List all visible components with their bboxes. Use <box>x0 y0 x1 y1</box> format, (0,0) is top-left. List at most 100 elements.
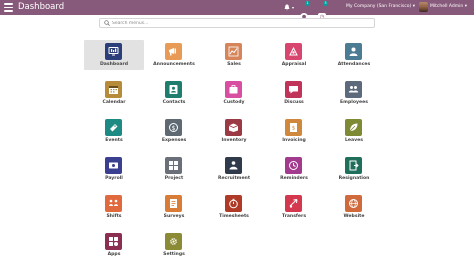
app-tile-calendar[interactable]: Calendar <box>84 78 144 108</box>
app-label: Shifts <box>106 214 122 219</box>
contacts-icon <box>165 81 182 98</box>
app-label: Calendar <box>102 100 126 105</box>
app-label: Resignation <box>338 176 370 181</box>
transfers-icon <box>285 195 302 212</box>
app-label: Leaves <box>345 138 363 143</box>
leaves-icon <box>345 119 362 136</box>
appraisal-icon <box>285 43 302 60</box>
app-tile-recruitment[interactable]: Recruitment <box>204 154 264 184</box>
events-icon <box>105 119 122 136</box>
user-menu[interactable]: Mitchell Admin ▾ <box>430 4 467 9</box>
home-menu-icon[interactable] <box>4 3 13 12</box>
app-tile-attendances[interactable]: Attendances <box>324 40 384 70</box>
shifts-icon <box>105 195 122 212</box>
activity-count-badge: 3 <box>323 1 328 6</box>
app-tile-dashboard[interactable]: Dashboard <box>84 40 144 70</box>
app-tile-resignation[interactable]: Resignation <box>324 154 384 184</box>
app-tile-website[interactable]: Website <box>324 192 384 222</box>
app-label: Website <box>343 214 365 219</box>
company-switcher[interactable]: My Company (San Francisco) ▾ <box>346 4 415 9</box>
app-label: Settings <box>163 252 185 257</box>
app-label: Attendances <box>337 62 371 67</box>
app-tile-invoicing[interactable]: $ Invoicing <box>264 116 324 146</box>
app-label: Expenses <box>161 138 187 143</box>
search-input[interactable] <box>112 19 367 27</box>
app-tile-surveys[interactable]: Surveys <box>144 192 204 222</box>
chevron-down-icon: ▾ <box>292 5 295 10</box>
avatar[interactable] <box>419 2 428 12</box>
custody-icon <box>225 81 242 98</box>
announcements-icon <box>165 43 182 60</box>
app-label: Apps <box>107 252 121 257</box>
app-label: Recruitment <box>217 176 251 181</box>
invoicing-icon: $ <box>285 119 302 136</box>
resignation-icon <box>345 157 362 174</box>
employees-icon <box>345 81 362 98</box>
recruitment-icon <box>225 157 242 174</box>
app-tile-reminders[interactable]: Reminders <box>264 154 324 184</box>
payroll-icon <box>105 157 122 174</box>
app-label: Reminders <box>280 176 308 181</box>
apps-icon <box>105 233 122 250</box>
app-label: Project <box>164 176 184 181</box>
app-label: Events <box>105 138 123 143</box>
app-tile-appraisal[interactable]: Appraisal <box>264 40 324 70</box>
app-tile-sales[interactable]: Sales <box>204 40 264 70</box>
app-tile-events[interactable]: Events <box>84 116 144 146</box>
app-tile-shifts[interactable]: Shifts <box>84 192 144 222</box>
website-icon <box>345 195 362 212</box>
app-label: Payroll <box>105 176 123 181</box>
app-label: Contacts <box>162 100 186 105</box>
app-tile-apps[interactable]: Apps <box>84 230 144 260</box>
app-tile-discuss[interactable]: Discuss <box>264 78 324 108</box>
app-label: Announcements <box>153 62 195 67</box>
svg-text:$: $ <box>292 126 296 132</box>
search-bar <box>99 18 375 28</box>
attendances-icon <box>345 43 362 60</box>
app-label: Invoicing <box>282 138 306 143</box>
app-tile-announcements[interactable]: Announcements <box>144 40 204 70</box>
app-tile-transfers[interactable]: Transfers <box>264 192 324 222</box>
app-tile-leaves[interactable]: Leaves <box>324 116 384 146</box>
chat-count-badge: 1 <box>305 1 310 6</box>
timesheets-icon <box>225 195 242 212</box>
inventory-icon <box>225 119 242 136</box>
app-tile-inventory[interactable]: Inventory <box>204 116 264 146</box>
app-label: Surveys <box>163 214 185 219</box>
app-tile-expenses[interactable]: $ Expenses <box>144 116 204 146</box>
settings-icon <box>165 233 182 250</box>
app-label: Timesheets <box>219 214 249 219</box>
app-label: Sales <box>227 62 241 67</box>
surveys-icon <box>165 195 182 212</box>
app-label: Transfers <box>281 214 307 219</box>
app-tile-settings[interactable]: Settings <box>144 230 204 260</box>
app-label: Inventory <box>221 138 247 143</box>
app-label: Appraisal <box>281 62 307 67</box>
discuss-icon <box>285 81 302 98</box>
page-title: Dashboard <box>18 2 65 12</box>
app-tile-payroll[interactable]: Payroll <box>84 154 144 184</box>
company-name: My Company (San Francisco) <box>346 4 412 9</box>
app-tile-contacts[interactable]: Contacts <box>144 78 204 108</box>
app-label: Custody <box>223 100 245 105</box>
project-icon <box>165 157 182 174</box>
top-navbar: Dashboard ▾ ● 1 ◷ 3 My Company (San Fran… <box>0 0 474 21</box>
app-tile-employees[interactable]: Employees <box>324 78 384 108</box>
search-icon <box>104 20 110 26</box>
sales-icon <box>225 43 242 60</box>
app-tile-timesheets[interactable]: Timesheets <box>204 192 264 222</box>
app-tile-custody[interactable]: Custody <box>204 78 264 108</box>
app-label: Employees <box>340 100 368 105</box>
apps-grid: Dashboard Announcements Sales Appraisal Atte… <box>84 40 384 262</box>
expenses-icon: $ <box>165 119 182 136</box>
app-label: Dashboard <box>99 62 128 67</box>
svg-text:$: $ <box>172 125 176 132</box>
user-name: Mitchell Admin <box>430 4 464 9</box>
reminders-icon <box>285 157 302 174</box>
app-label: Discuss <box>284 100 304 105</box>
app-tile-project[interactable]: Project <box>144 154 204 184</box>
bell-icon[interactable] <box>284 4 290 14</box>
chevron-down-icon: ▾ <box>464 4 467 9</box>
calendar-icon <box>105 81 122 98</box>
chevron-down-icon: ▾ <box>412 4 415 9</box>
